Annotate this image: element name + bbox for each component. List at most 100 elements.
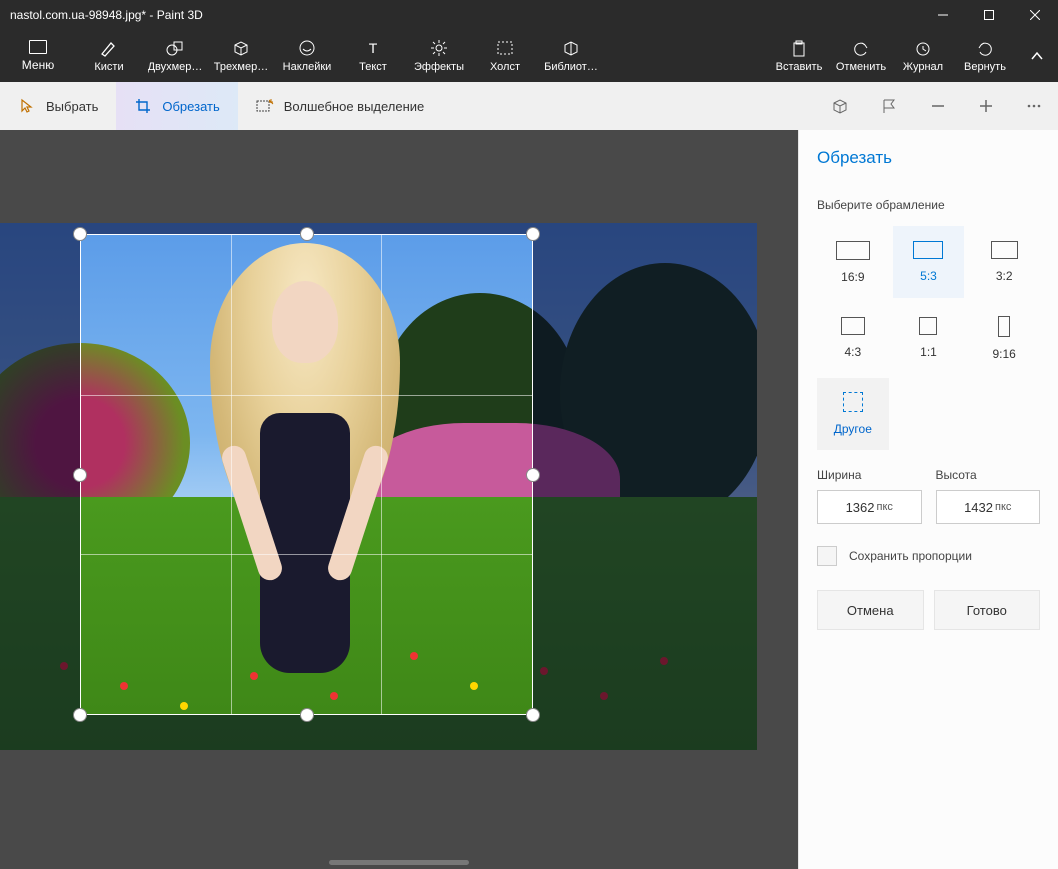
undo-button[interactable]: Отменить xyxy=(830,30,892,82)
ribbon-tools: Кисти Двухмер… Трехмер… Наклейки T Текст… xyxy=(76,30,604,82)
tool-label: Двухмер… xyxy=(148,61,203,73)
tool-label: Вставить xyxy=(776,61,823,73)
ratio-label: 3:2 xyxy=(996,269,1013,283)
more-button[interactable] xyxy=(1010,82,1058,130)
2d-shapes-tool[interactable]: Двухмер… xyxy=(142,30,208,82)
custom-ratio-icon xyxy=(843,392,863,412)
shapes2d-icon xyxy=(165,39,185,57)
done-button[interactable]: Готово xyxy=(934,590,1041,630)
crop-handle-ne[interactable] xyxy=(526,227,540,241)
folder-icon xyxy=(29,40,47,54)
ratio-label: Другое xyxy=(834,422,872,436)
stickers-tool[interactable]: Наклейки xyxy=(274,30,340,82)
canvas-icon xyxy=(495,39,515,57)
brush-icon xyxy=(99,39,119,57)
lock-ratio-row[interactable]: Сохранить пропорции xyxy=(817,546,1040,566)
tool-label: Трехмер… xyxy=(214,61,268,73)
magic-label: Волшебное выделение xyxy=(284,99,425,114)
history-button[interactable]: Журнал xyxy=(892,30,954,82)
width-input[interactable]: 1362 пкс xyxy=(817,490,922,524)
ratio-3-2[interactable]: 3:2 xyxy=(968,226,1040,298)
undo-icon xyxy=(851,40,871,61)
paste-icon xyxy=(789,40,809,61)
cancel-button[interactable]: Отмена xyxy=(817,590,924,630)
cursor-icon xyxy=(18,97,36,115)
select-button[interactable]: Выбрать xyxy=(0,82,116,130)
window-title: nastol.com.ua-98948.jpg* - Paint 3D xyxy=(10,8,920,22)
height-label: Высота xyxy=(936,468,1041,482)
ratio-4-3[interactable]: 4:3 xyxy=(817,302,889,374)
crop-handle-e[interactable] xyxy=(526,468,540,482)
view-3d-button[interactable] xyxy=(818,82,866,130)
panel-title: Обрезать xyxy=(817,148,1040,168)
effects-icon xyxy=(429,39,449,57)
effects-tool[interactable]: Эффекты xyxy=(406,30,472,82)
tool-label: Вернуть xyxy=(964,61,1006,73)
dimensions-row: Ширина 1362 пкс Высота 1432 пкс xyxy=(817,468,1040,524)
ratio-16-9[interactable]: 16:9 xyxy=(817,226,889,298)
ratio-rect-icon xyxy=(919,317,937,335)
crop-handle-se[interactable] xyxy=(526,708,540,722)
tool-label: Текст xyxy=(359,61,387,73)
view-flag-button[interactable] xyxy=(866,82,914,130)
text-tool[interactable]: T Текст xyxy=(340,30,406,82)
ratio-custom[interactable]: Другое xyxy=(817,378,889,450)
ratio-rect-icon xyxy=(998,316,1010,337)
tool-label: Отменить xyxy=(836,61,886,73)
ratio-label: 4:3 xyxy=(844,345,861,359)
crop-handle-nw[interactable] xyxy=(73,227,87,241)
magic-select-button[interactable]: Волшебное выделение xyxy=(238,82,443,130)
cancel-label: Отмена xyxy=(847,603,894,618)
window-controls xyxy=(920,0,1058,30)
ratio-label: 1:1 xyxy=(920,345,937,359)
crop-handle-w[interactable] xyxy=(73,468,87,482)
crop-rectangle[interactable] xyxy=(80,234,533,715)
crop-handle-s[interactable] xyxy=(300,708,314,722)
ribbon: Меню Кисти Двухмер… Трехмер… Наклейки T … xyxy=(0,30,1058,82)
menu-button[interactable]: Меню xyxy=(0,30,76,82)
library-tool[interactable]: Библиот… xyxy=(538,30,604,82)
canvas-tool[interactable]: Холст xyxy=(472,30,538,82)
unit-label: пкс xyxy=(877,501,893,513)
redo-button[interactable]: Вернуть xyxy=(954,30,1016,82)
maximize-button[interactable] xyxy=(966,0,1012,30)
tool-label: Эффекты xyxy=(414,61,464,73)
canvas-area[interactable] xyxy=(0,130,798,869)
height-input[interactable]: 1432 пкс xyxy=(936,490,1041,524)
crop-button[interactable]: Обрезать xyxy=(116,82,237,130)
unit-label: пкс xyxy=(995,501,1011,513)
zoom-in-button[interactable] xyxy=(962,82,1010,130)
width-column: Ширина 1362 пкс xyxy=(817,468,922,524)
ratio-rect-icon xyxy=(836,241,870,260)
tool-label: Журнал xyxy=(903,61,943,73)
zoom-out-button[interactable] xyxy=(914,82,962,130)
3d-shapes-tool[interactable]: Трехмер… xyxy=(208,30,274,82)
flag-icon xyxy=(881,98,899,114)
ratio-1-1[interactable]: 1:1 xyxy=(893,302,965,374)
panel-buttons: Отмена Готово xyxy=(817,590,1040,630)
crop-overlay xyxy=(0,223,757,750)
ratio-label: 16:9 xyxy=(841,270,864,284)
collapse-ribbon-button[interactable] xyxy=(1016,30,1058,82)
ratio-9-16[interactable]: 9:16 xyxy=(968,302,1040,374)
close-button[interactable] xyxy=(1012,0,1058,30)
subbar-right xyxy=(818,82,1058,130)
selection-toolbar: Выбрать Обрезать Волшебное выделение xyxy=(0,82,1058,130)
crop-icon xyxy=(134,97,152,115)
crop-handle-n[interactable] xyxy=(300,227,314,241)
brushes-tool[interactable]: Кисти xyxy=(76,30,142,82)
crop-handle-sw[interactable] xyxy=(73,708,87,722)
chevron-up-icon xyxy=(1030,49,1044,63)
lock-ratio-checkbox[interactable] xyxy=(817,546,837,566)
minimize-button[interactable] xyxy=(920,0,966,30)
plus-icon xyxy=(978,98,994,114)
library-icon xyxy=(561,39,581,57)
titlebar: nastol.com.ua-98948.jpg* - Paint 3D xyxy=(0,0,1058,30)
lock-ratio-label: Сохранить пропорции xyxy=(849,549,972,563)
tool-label: Кисти xyxy=(94,61,123,73)
ratio-rect-icon xyxy=(991,241,1018,259)
horizontal-scrollbar[interactable] xyxy=(329,860,469,865)
paste-button[interactable]: Вставить xyxy=(768,30,830,82)
ratio-5-3[interactable]: 5:3 xyxy=(893,226,965,298)
width-label: Ширина xyxy=(817,468,922,482)
